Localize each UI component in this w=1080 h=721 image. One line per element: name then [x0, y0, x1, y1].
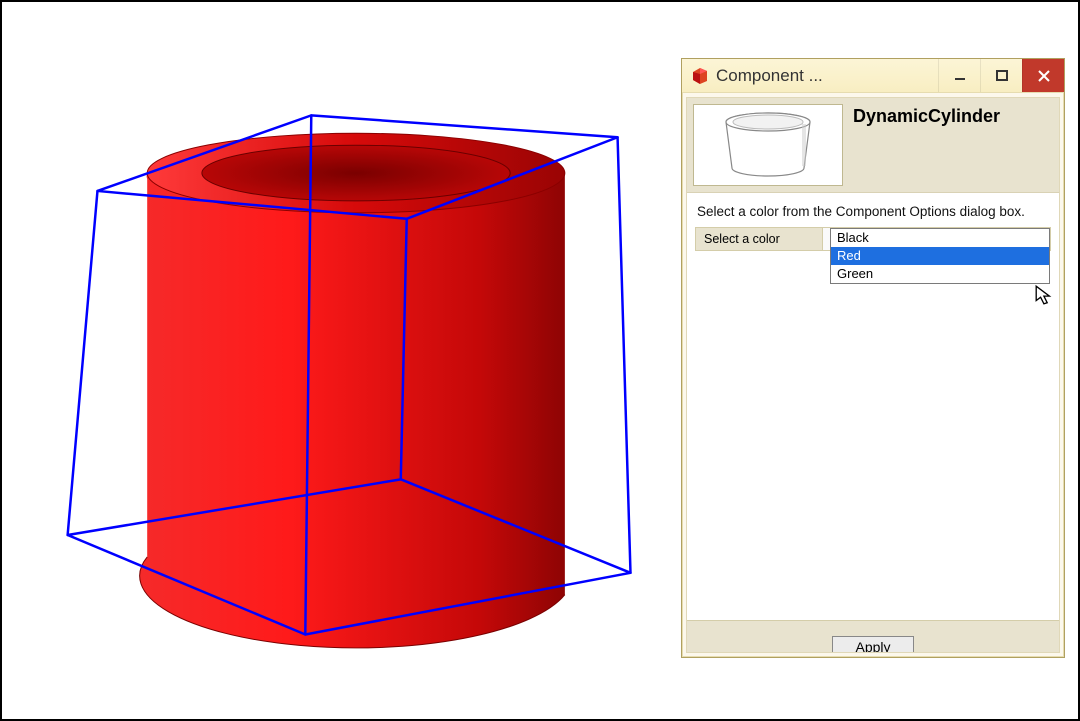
color-field-row: Select a color Red Black Red Green — [695, 227, 1051, 251]
close-button[interactable] — [1022, 59, 1064, 92]
color-field-label: Select a color — [696, 232, 822, 246]
minimize-button[interactable] — [938, 59, 980, 92]
dialog-footer: Apply — [687, 620, 1059, 652]
option-green[interactable]: Green — [831, 265, 1049, 283]
component-thumbnail — [693, 104, 843, 186]
window-title: Component ... — [716, 66, 938, 86]
option-red[interactable]: Red — [831, 247, 1049, 265]
option-black[interactable]: Black — [831, 229, 1049, 247]
maximize-button[interactable] — [980, 59, 1022, 92]
color-select-dropdown[interactable]: Black Red Green — [830, 228, 1050, 284]
component-description: Select a color from the Component Option… — [687, 193, 1059, 227]
apply-button[interactable]: Apply — [832, 636, 913, 652]
component-header: DynamicCylinder — [687, 98, 1059, 193]
titlebar[interactable]: Component ... — [682, 59, 1064, 93]
component-options-dialog: Component ... — [681, 58, 1065, 658]
app-frame: Component ... — [0, 0, 1080, 721]
sketchup-icon — [690, 66, 710, 86]
dialog-body: DynamicCylinder Select a color from the … — [686, 97, 1060, 653]
component-name: DynamicCylinder — [853, 104, 1000, 127]
